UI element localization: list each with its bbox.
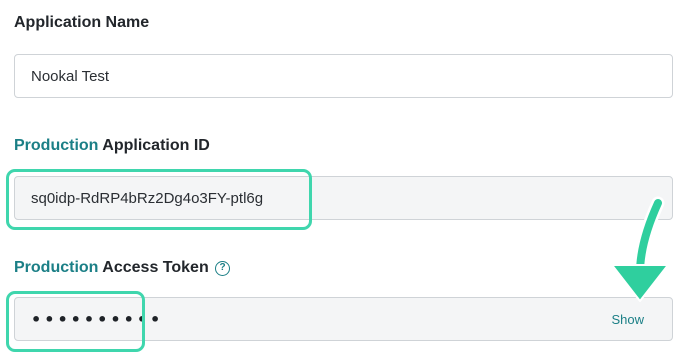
access-token-label: Production Access Token (14, 259, 209, 277)
application-id-highlight (6, 169, 312, 230)
access-token-label-env: Production (14, 259, 99, 276)
application-name-label: Application Name (14, 14, 149, 32)
show-token-button[interactable]: Show (611, 312, 644, 327)
application-name-label-text: Application Name (14, 14, 150, 31)
application-id-label-env: Production (14, 137, 99, 154)
access-token-label-text: Access Token (98, 259, 209, 276)
application-id-label-text: Application ID (98, 137, 210, 154)
application-id-label: Production Application ID (14, 137, 210, 155)
application-name-input[interactable]: Nookal Test (14, 54, 673, 98)
application-name-value: Nookal Test (31, 67, 110, 85)
question-circle-icon[interactable]: ? (215, 261, 230, 276)
help-glyph: ? (219, 262, 226, 273)
arrow-down-icon (611, 196, 669, 302)
access-token-highlight (6, 291, 145, 352)
application-credentials-page: Application Name Nookal Test Production … (0, 0, 687, 360)
